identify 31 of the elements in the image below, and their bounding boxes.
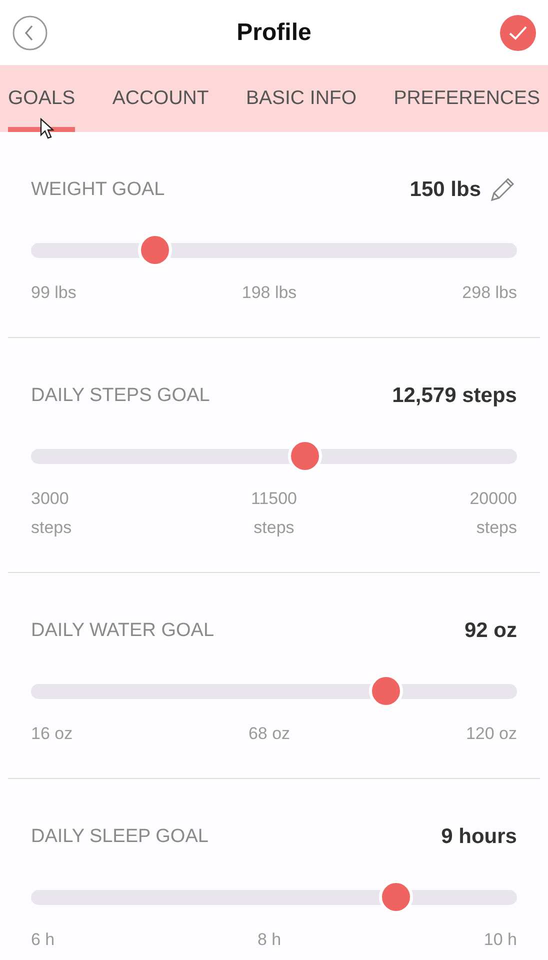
slider[interactable] bbox=[31, 439, 517, 473]
goal-value: 12,579 steps bbox=[392, 384, 517, 408]
tick-label: 120 oz bbox=[466, 723, 517, 745]
tick-label: 99 lbs bbox=[31, 282, 76, 304]
goal-label: WEIGHT GOAL bbox=[31, 179, 165, 201]
back-button[interactable] bbox=[12, 14, 48, 50]
tick-label: 20000 steps bbox=[468, 488, 517, 539]
tab[interactable]: PREFERENCES bbox=[394, 65, 540, 132]
confirm-button[interactable] bbox=[500, 14, 536, 50]
goal-label: DAILY SLEEP GOAL bbox=[31, 826, 208, 848]
cursor-icon bbox=[40, 118, 54, 139]
tick-label: 198 lbs bbox=[242, 282, 297, 304]
goal-value: 150 lbs bbox=[410, 178, 481, 202]
tick-label: 11500 steps bbox=[250, 488, 298, 539]
tick-label: 16 oz bbox=[31, 723, 73, 745]
goal-value: 9 hours bbox=[441, 825, 517, 849]
tick-label: 298 lbs bbox=[462, 282, 517, 304]
slider[interactable] bbox=[31, 674, 517, 708]
tick-label: 68 oz bbox=[248, 723, 290, 745]
slider[interactable] bbox=[31, 233, 517, 267]
goal-value: 92 oz bbox=[464, 619, 517, 643]
tab[interactable]: BASIC INFO bbox=[246, 65, 357, 132]
tick-label: 10 h bbox=[484, 929, 517, 951]
tab[interactable]: ACCOUNT bbox=[112, 65, 209, 132]
tick-label: 8 h bbox=[257, 929, 282, 951]
goal-label: DAILY WATER GOAL bbox=[31, 620, 214, 642]
page-title: Profile bbox=[236, 18, 312, 46]
goal-label: DAILY STEPS GOAL bbox=[31, 385, 210, 407]
tick-label: 3000 steps bbox=[31, 488, 73, 539]
slider[interactable] bbox=[31, 880, 517, 914]
tick-label: 6 h bbox=[31, 929, 55, 951]
